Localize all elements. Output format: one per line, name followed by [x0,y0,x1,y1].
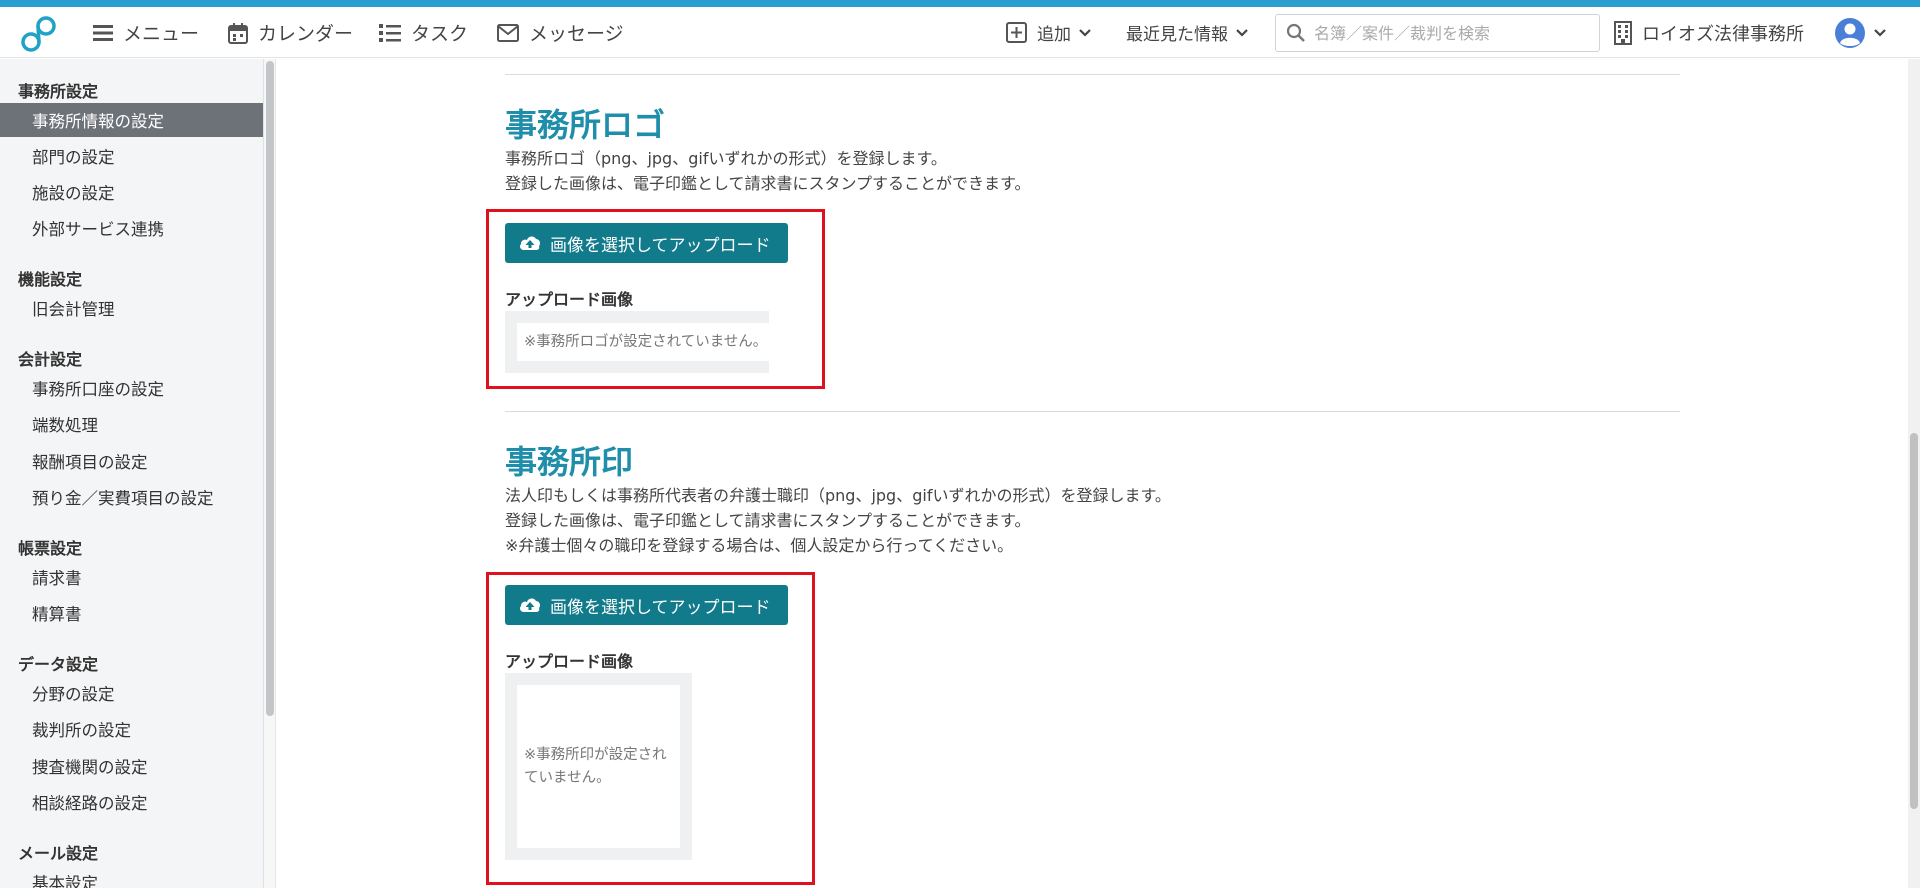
sidebar-item-fee-items[interactable]: 報酬項目の設定 [0,444,263,478]
page-scrollbar-thumb[interactable] [1910,433,1918,809]
app-logo-icon[interactable] [18,15,60,55]
search-box[interactable] [1275,14,1600,52]
plus-square-icon [1006,22,1027,43]
cloud-upload-icon [520,598,540,612]
nav-calendar-label: カレンダー [258,23,354,45]
logo-upload-button-label: 画像を選択してアップロード [550,235,771,255]
nav-message-label: メッセージ [529,23,624,45]
sidebar-item-rounding[interactable]: 端数処理 [0,407,263,441]
list-icon [379,23,401,42]
office-name: ロイオズ法律事務所 [1642,23,1804,45]
logo-section-title: 事務所ロゴ [505,106,666,144]
sidebar-item-office-account[interactable]: 事務所口座の設定 [0,371,263,405]
settings-sidebar: 事務所設定 事務所情報の設定 部門の設定 施設の設定 外部サービス連携 機能設定… [0,59,264,888]
office-switcher[interactable]: ロイオズ法律事務所 [1614,7,1804,58]
building-icon [1614,20,1632,45]
avatar-icon [1835,17,1865,48]
nav-menu[interactable]: メニュー [93,7,199,58]
nav-task[interactable]: タスク [379,7,468,58]
chevron-down-icon [1874,28,1886,37]
recent-dropdown[interactable]: 最近見た情報 [1126,7,1248,58]
seal-section-desc-3: ※弁護士個々の職印を登録する場合は、個人設定から行ってください。 [505,536,1014,555]
header: メニュー カレンダー タスク メッセージ 追加 最近見た情報 ロイオズ法律事務所 [0,7,1920,58]
seal-section-title: 事務所印 [505,443,634,481]
chevron-down-icon [1236,28,1248,37]
seal-upload-button[interactable]: 画像を選択してアップロード [505,585,788,625]
nav-calendar[interactable]: カレンダー [228,7,353,58]
sidebar-section-mail: メール設定 [18,844,99,863]
seal-upload-button-label: 画像を選択してアップロード [550,597,771,617]
sidebar-item-external-service[interactable]: 外部サービス連携 [0,211,263,245]
seal-section-desc-1: 法人印もしくは事務所代表者の弁護士職印（png、jpg、gifいずれかの形式）を… [505,486,1171,505]
section-divider [505,74,1680,75]
seal-empty-message: ※事務所印が設定されていません。 [517,685,680,848]
add-label: 追加 [1037,25,1071,45]
section-divider [505,411,1680,412]
sidebar-section-function: 機能設定 [18,270,83,289]
sidebar-item-consult-route[interactable]: 相談経路の設定 [0,785,263,819]
sidebar-item-statement[interactable]: 精算書 [0,596,263,630]
sidebar-item-investigation[interactable]: 捜査機関の設定 [0,749,263,783]
logo-section-desc-1: 事務所ロゴ（png、jpg、gifいずれかの形式）を登録します。 [505,149,947,168]
sidebar-item-old-accounting[interactable]: 旧会計管理 [0,291,263,325]
logo-upload-image-label: アップロード画像 [505,290,634,309]
search-input[interactable] [1314,23,1584,43]
envelope-icon [497,23,519,42]
sidebar-section-data: データ設定 [18,655,99,674]
sidebar-scrollbar-thumb[interactable] [266,61,274,716]
calendar-icon [228,22,248,44]
seal-section-desc-2: 登録した画像は、電子印鑑として請求書にスタンプすることができます。 [505,511,1031,530]
sidebar-item-department[interactable]: 部門の設定 [0,139,263,173]
top-accent-bar [0,0,1920,7]
sidebar-section-accounting: 会計設定 [18,350,83,369]
seal-upload-image-label: アップロード画像 [505,652,634,671]
sidebar-item-court[interactable]: 裁判所の設定 [0,712,263,746]
cloud-upload-icon [520,236,540,250]
nav-task-label: タスク [411,23,469,45]
chevron-down-icon [1079,28,1091,37]
add-dropdown[interactable]: 追加 [1006,7,1091,58]
sidebar-item-deposit-items[interactable]: 預り金／実費項目の設定 [0,480,263,514]
logo-empty-message: ※事務所ロゴが設定されていません。 [517,323,790,361]
sidebar-item-office-info[interactable]: 事務所情報の設定 [0,103,263,137]
nav-message[interactable]: メッセージ [497,7,624,58]
logo-section-desc-2: 登録した画像は、電子印鑑として請求書にスタンプすることができます。 [505,174,1031,193]
sidebar-item-field[interactable]: 分野の設定 [0,676,263,710]
sidebar-section-forms: 帳票設定 [18,539,83,558]
sidebar-item-facility[interactable]: 施設の設定 [0,175,263,209]
sidebar-item-mail-basic[interactable]: 基本設定 [0,865,263,888]
user-menu[interactable] [1834,7,1886,58]
logo-upload-button[interactable]: 画像を選択してアップロード [505,223,788,263]
sidebar-item-invoice[interactable]: 請求書 [0,560,263,594]
nav-menu-label: メニュー [123,23,200,45]
search-icon [1286,23,1305,42]
hamburger-icon [93,24,113,41]
recent-label: 最近見た情報 [1126,25,1228,45]
sidebar-section-office: 事務所設定 [18,82,99,101]
